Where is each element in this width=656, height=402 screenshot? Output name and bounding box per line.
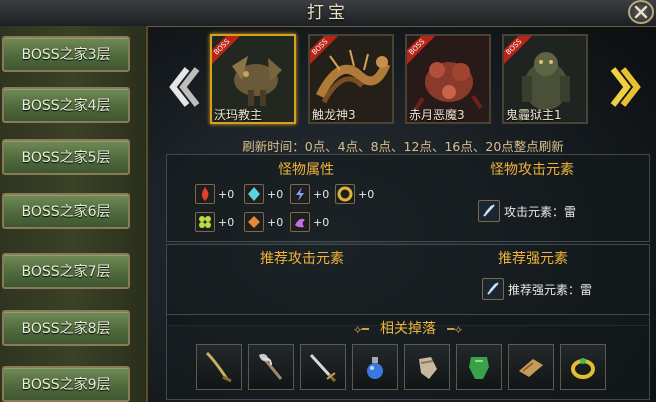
monster-attributes-panel xyxy=(166,154,650,242)
drop-slot-7[interactable] xyxy=(508,344,554,390)
earth-icon xyxy=(335,184,355,204)
armor-icon xyxy=(469,357,489,379)
boss-name: 沃玛教主 xyxy=(214,108,263,122)
attr-wind: +0 xyxy=(195,211,234,233)
boss-name: 赤月恶魔3 xyxy=(409,108,465,122)
attr-light: +0 xyxy=(244,211,283,233)
ornament-left-icon: ⟡━ xyxy=(353,322,369,336)
drops-header: ⟡━ 相关掉落 ━⟡ xyxy=(166,318,650,338)
ring-icon xyxy=(571,358,595,379)
drop-slot-5[interactable] xyxy=(404,344,450,390)
recommended-strong-element: 推荐强元素：雷 xyxy=(482,278,592,300)
sidebar-item-boss-home-9[interactable]: BOSS之家9层 xyxy=(2,366,130,402)
recommended-strong-element-title: 推荐强元素 xyxy=(498,251,568,267)
chevron-left-icon xyxy=(169,67,200,107)
refresh-time-text: 刷新时间：0点、4点、8点、12点、16点、20点整点刷新 xyxy=(242,139,564,154)
boss-hunting-window: 打宝 BOSS之家3层 BOSS之家4层 BOSS之家5层 BOSS之家6层 B… xyxy=(0,0,656,402)
lightning-icon xyxy=(290,184,310,204)
attr-dark: +0 xyxy=(290,211,329,233)
monster-attributes-title: 怪物属性 xyxy=(278,162,334,178)
gauntlet-icon xyxy=(419,357,437,379)
close-button[interactable] xyxy=(628,0,654,24)
ornament-right-icon: ━⟡ xyxy=(447,322,463,336)
sidebar-item-boss-home-7[interactable]: BOSS之家7层 xyxy=(2,253,130,289)
attr-lightning: +0 xyxy=(290,183,329,205)
wind-icon xyxy=(195,212,215,232)
sidebar-item-boss-home-6[interactable]: BOSS之家6层 xyxy=(2,193,130,229)
boss-name: 鬼霾狱主1 xyxy=(506,108,562,122)
light-icon xyxy=(244,212,264,232)
dark-icon xyxy=(290,212,310,232)
drop-slot-1[interactable] xyxy=(196,344,242,390)
drop-slot-2[interactable] xyxy=(248,344,294,390)
blade-icon xyxy=(309,353,337,383)
sidebar-item-boss-home-5[interactable]: BOSS之家5层 xyxy=(2,139,130,175)
title-bar: 打宝 xyxy=(0,0,656,27)
boss-card-3[interactable]: BOSS 赤月恶魔3 xyxy=(405,34,491,124)
ice-icon xyxy=(244,184,264,204)
monster-attack-element-title: 怪物攻击元素 xyxy=(490,162,574,178)
prev-boss-button[interactable] xyxy=(166,62,202,112)
potion-icon xyxy=(367,357,383,379)
drop-slot-8[interactable] xyxy=(560,344,606,390)
sidebar-item-boss-home-8[interactable]: BOSS之家8层 xyxy=(2,310,130,346)
attr-ice: +0 xyxy=(244,183,283,205)
boss-card-4[interactable]: BOSS 鬼霾狱主1 xyxy=(502,34,588,124)
attr-earth: +0 xyxy=(335,183,374,205)
sword-icon xyxy=(205,351,232,383)
window-title: 打宝 xyxy=(307,3,349,23)
monster-attack-element: 攻击元素：雷 xyxy=(478,200,576,222)
boss-detail-panel: BOSS 沃玛教主 BOSS 触龙神3 BOSS 赤月恶魔3 BOSS 鬼霾狱主… xyxy=(150,26,656,402)
floor-sidebar: BOSS之家3层 BOSS之家4层 BOSS之家5层 BOSS之家6层 BOSS… xyxy=(0,26,148,402)
attr-fire: +0 xyxy=(195,183,234,205)
scroll-icon xyxy=(519,359,543,377)
fire-icon xyxy=(195,184,215,204)
sidebar-item-boss-home-3[interactable]: BOSS之家3层 xyxy=(2,36,130,72)
close-icon xyxy=(634,5,648,19)
lightning-icon xyxy=(482,278,504,300)
drop-slot-4[interactable] xyxy=(352,344,398,390)
boss-card-2[interactable]: BOSS 触龙神3 xyxy=(308,34,394,124)
drop-slot-3[interactable] xyxy=(300,344,346,390)
boss-name: 触龙神3 xyxy=(312,108,356,122)
next-boss-button[interactable] xyxy=(608,62,644,112)
axe-icon xyxy=(259,353,283,380)
sidebar-item-boss-home-4[interactable]: BOSS之家4层 xyxy=(2,87,130,123)
chevron-right-icon xyxy=(610,67,641,107)
drop-slot-6[interactable] xyxy=(456,344,502,390)
recommended-attack-element-title: 推荐攻击元素 xyxy=(260,251,344,267)
lightning-icon xyxy=(478,200,500,222)
boss-card-1[interactable]: BOSS 沃玛教主 xyxy=(210,34,296,124)
related-drops-title: 相关掉落 xyxy=(380,321,436,337)
